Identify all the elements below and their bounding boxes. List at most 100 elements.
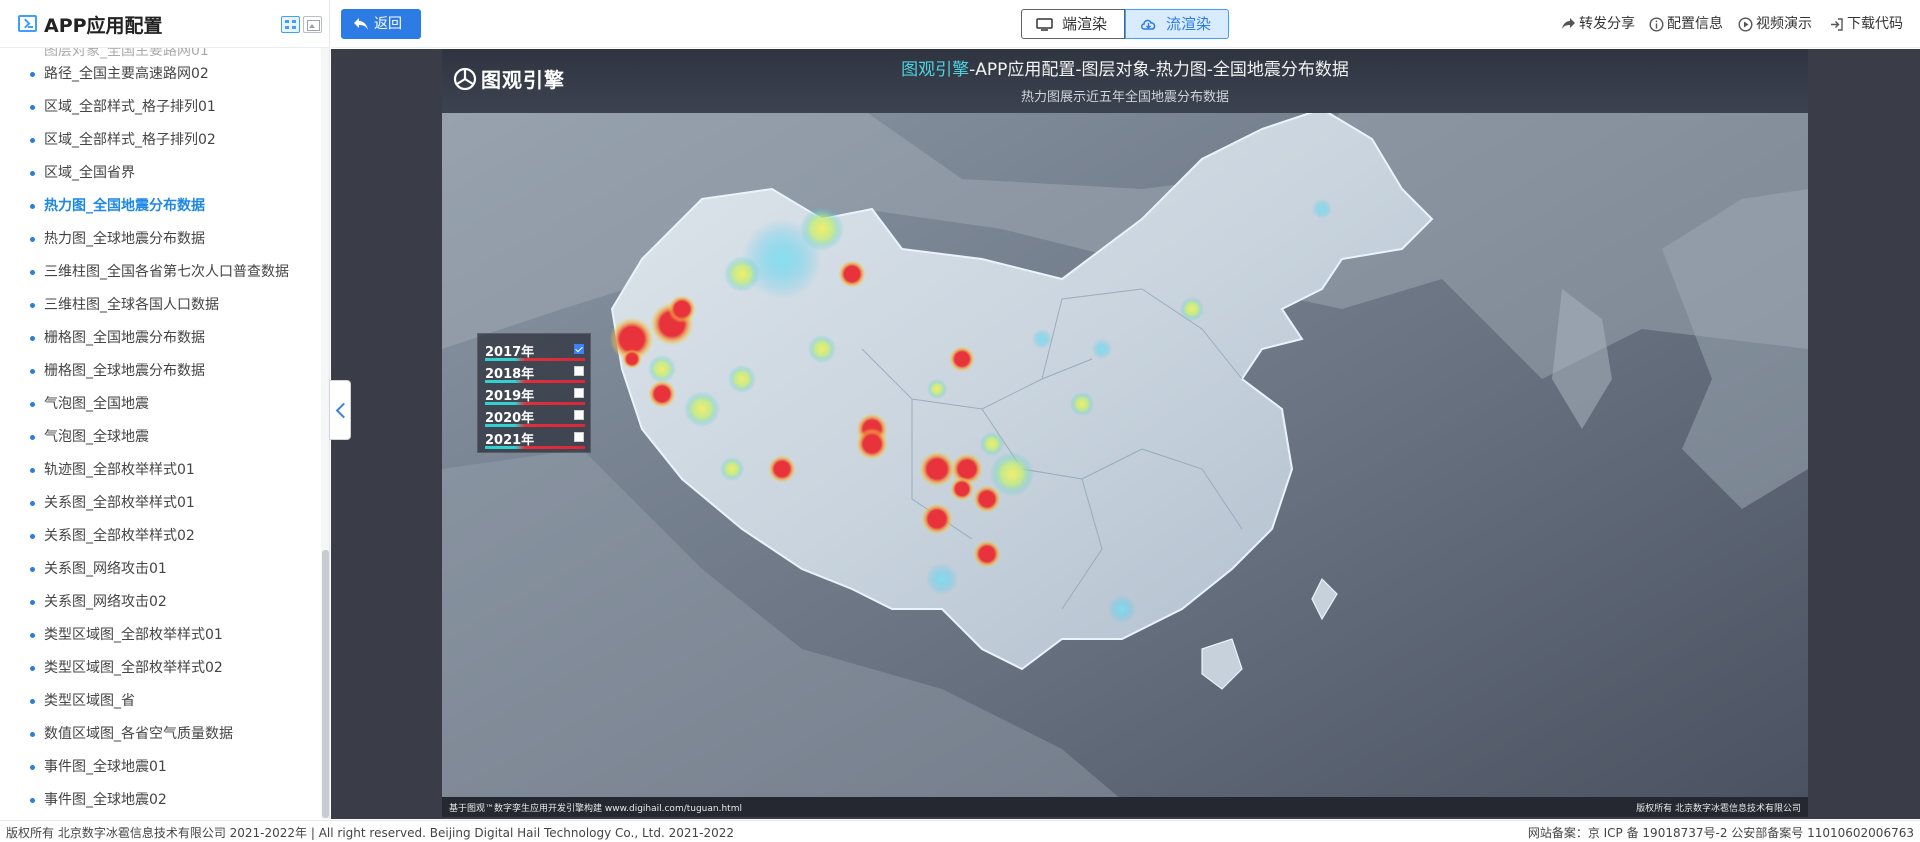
footer-copyright: 版权所有 北京数字冰雹信息技术有限公司 2021-2022年 | All rig… (6, 826, 735, 840)
scene-title-rest: -APP应用配置-图层对象-热力图-全国地震分布数据 (969, 60, 1349, 80)
sidebar-menu-item[interactable]: 三维柱图_全球各国人口数据 (0, 289, 322, 322)
footer-icp: 网站备案：京 ICP 备 19018737号-2 公安部备案号 11010602… (1527, 826, 1914, 840)
sidebar-menu-item-label: 区域_全国省界 (44, 165, 135, 181)
stream-render-button[interactable]: 流渲染 (1125, 9, 1229, 39)
sidebar-menu-item[interactable]: 路径_全国主要高速路网02 (0, 58, 322, 91)
sidebar-menu-item[interactable]: 关系图_网络攻击02 (0, 586, 322, 619)
sidebar-menu-item[interactable]: 关系图_全部枚举样式01 (0, 487, 322, 520)
back-arrow-icon (354, 18, 368, 30)
sidebar-menu-item-label: 热力图_全球地震分布数据 (44, 231, 205, 247)
sidebar-menu-item-label: 类型区域图_省 (44, 693, 135, 709)
sidebar-menu-item-label: 类型区域图_全部枚举样式02 (44, 660, 223, 676)
top-bar: 返回 端渲染 流渲染 转发分享 配置信息 视频演示 下载代码 (331, 0, 1920, 48)
sidebar-menu-item[interactable]: 轨迹图_全部枚举样式01 (0, 454, 322, 487)
bullet-icon (30, 336, 35, 341)
monitor-icon (1036, 18, 1053, 31)
bullet-icon (30, 567, 35, 572)
year-checkbox[interactable] (574, 410, 584, 420)
sidebar: APP应用配置 图层对象_全国主要路网01 路径_全国主要高速路网02 区域_全部… (0, 0, 330, 819)
sidebar-menu-item-label: 关系图_网络攻击01 (44, 561, 167, 577)
china-map[interactable] (442, 49, 1808, 817)
year-filter-row[interactable]: 2020年 (485, 406, 585, 428)
share-icon (1562, 18, 1575, 29)
bullet-icon (30, 666, 35, 671)
sidebar-menu-item[interactable]: 关系图_全部枚举样式02 (0, 520, 322, 553)
stream-render-label: 流渲染 (1166, 15, 1212, 33)
year-checkbox[interactable] (574, 366, 584, 376)
sidebar-menu-item-label: 轨迹图_全部枚举样式01 (44, 462, 195, 478)
bullet-icon (30, 270, 35, 275)
bullet-icon (30, 600, 35, 605)
sidebar-menu-item[interactable]: 区域_全部样式_格子排列02 (0, 124, 322, 157)
sidebar-menu-item-label: 栅格图_全球地震分布数据 (44, 363, 205, 379)
sidebar-menu-item[interactable]: 事件图_全球地震02 (0, 784, 322, 817)
year-filter-row[interactable]: 2021年 (485, 428, 585, 450)
sidebar-menu-item-label: 关系图_全部枚举样式01 (44, 495, 195, 511)
video-demo-link[interactable]: 视频演示 (1738, 14, 1814, 34)
video-demo-label: 视频演示 (1756, 16, 1812, 32)
year-color-bar (485, 424, 585, 427)
bullet-icon (30, 633, 35, 638)
scene-title: 图观引擎-APP应用配置-图层对象-热力图-全国地震分布数据 (442, 55, 1808, 80)
sidebar-scroll-thumb[interactable] (322, 550, 329, 818)
share-link[interactable]: 转发分享 (1561, 14, 1641, 34)
export-icon (1831, 18, 1843, 31)
sidebar-menu-item[interactable]: 区域_全部样式_格子排列01 (0, 91, 322, 124)
info-icon (1649, 17, 1664, 32)
bullet-icon (30, 72, 35, 77)
sidebar-menu-item[interactable]: 气泡图_全球地震 (0, 421, 322, 454)
collapse-sidebar-button[interactable] (329, 380, 351, 440)
sidebar-menu-item[interactable]: 气泡图_全国地震 (0, 388, 322, 421)
back-label: 返回 (374, 16, 402, 32)
sidebar-menu-item[interactable]: 事件图_全球地震01 (0, 751, 322, 784)
scene-subtitle: 热力图展示近五年全国地震分布数据 (1020, 90, 1229, 105)
year-checkbox[interactable] (574, 344, 584, 354)
sidebar-menu-item[interactable]: 热力图_全国地震分布数据 (0, 190, 322, 223)
scene-viewport[interactable]: 图观引擎 图观引擎-APP应用配置-图层对象-热力图-全国地震分布数据 热力图展… (442, 49, 1808, 817)
sidebar-menu-item[interactable]: 栅格图_全国地震分布数据 (0, 322, 322, 355)
sidebar-menu-item-label: 数值区域图_各省空气质量数据 (44, 726, 233, 742)
bullet-icon (30, 468, 35, 473)
scene-footer-right: 版权所有 北京数字冰雹信息技术有限公司 (1636, 804, 1801, 814)
sidebar-menu-item[interactable]: 关系图_网络攻击01 (0, 553, 322, 586)
scene-footer: 基于图观™数字孪生应用开发引擎构建 www.digihail.com/tugua… (442, 797, 1808, 817)
sidebar-menu-item-label: 关系图_网络攻击02 (44, 594, 167, 610)
bullet-icon (30, 798, 35, 803)
sidebar-menu-item-label: 栅格图_全国地震分布数据 (44, 330, 205, 346)
year-filter-row[interactable]: 2018年 (485, 362, 585, 384)
bullet-icon (30, 138, 35, 143)
year-checkbox[interactable] (574, 432, 584, 442)
sidebar-menu-item[interactable]: 热力图_全球地震分布数据 (0, 223, 322, 256)
config-info-link[interactable]: 配置信息 (1649, 14, 1725, 34)
client-render-button[interactable]: 端渲染 (1021, 9, 1125, 39)
back-button[interactable]: 返回 (341, 9, 421, 39)
year-filter-row[interactable]: 2017年 (485, 340, 585, 362)
year-color-bar (485, 358, 585, 361)
year-color-bar (485, 380, 585, 383)
sidebar-header: APP应用配置 (0, 0, 329, 48)
menu-list: 图层对象_全国主要路网01 路径_全国主要高速路网02 区域_全部样式_格子排列0… (0, 48, 322, 819)
year-filter-row[interactable]: 2019年 (485, 384, 585, 406)
download-code-link[interactable]: 下载代码 (1829, 14, 1909, 34)
client-render-label: 端渲染 (1062, 15, 1108, 33)
sidebar-menu-item[interactable]: 类型区域图_省 (0, 685, 322, 718)
bullet-icon (30, 303, 35, 308)
sidebar-menu-item-label: 三维柱图_全球各国人口数据 (44, 297, 219, 313)
year-color-bar (485, 402, 585, 405)
sidebar-menu-item-label: 事件图_全球地震01 (44, 759, 167, 775)
year-checkbox[interactable] (574, 388, 584, 398)
bullet-icon (30, 699, 35, 704)
year-color-bar (485, 446, 585, 449)
bullet-icon (30, 501, 35, 506)
sidebar-menu-item[interactable]: 栅格图_全球地震分布数据 (0, 355, 322, 388)
sidebar-menu-item[interactable]: 数值区域图_各省空气质量数据 (0, 718, 322, 751)
image-view-icon[interactable] (303, 16, 322, 33)
sidebar-menu-item[interactable]: 类型区域图_全部枚举样式01 (0, 619, 322, 652)
grid-view-icon[interactable] (281, 16, 300, 33)
play-icon (1738, 17, 1753, 32)
sidebar-menu-item[interactable]: 区域_全国省界 (0, 157, 322, 190)
year-filter-legend: 2017年 2018年 2019年 2020年 2021年 (477, 333, 591, 453)
sidebar-menu-item[interactable]: 三维柱图_全国各省第七次人口普查数据 (0, 256, 322, 289)
scene-title-accent: 图观引擎 (901, 60, 970, 80)
sidebar-menu-item[interactable]: 类型区域图_全部枚举样式02 (0, 652, 322, 685)
